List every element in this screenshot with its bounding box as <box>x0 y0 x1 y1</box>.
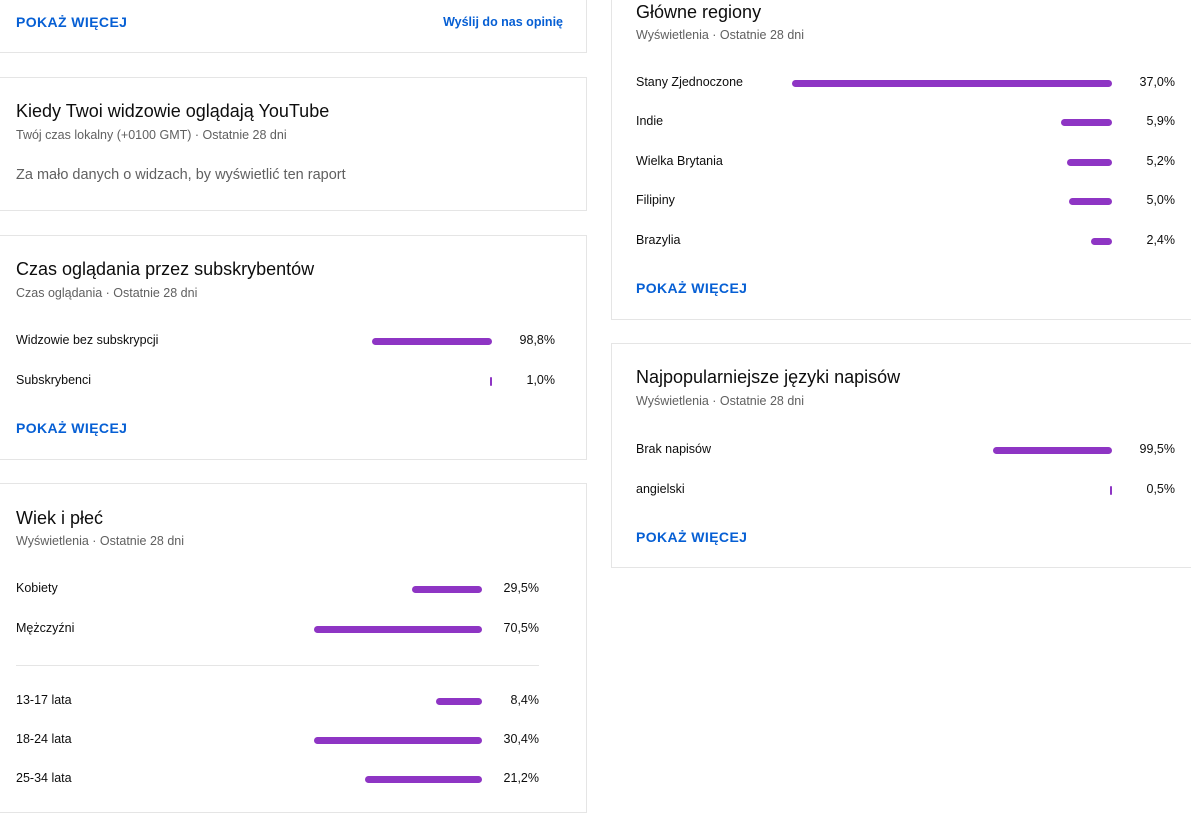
percentage-bar <box>372 337 492 345</box>
percentage-bar <box>1067 158 1112 166</box>
show-more-button[interactable]: POKAŻ WIĘCEJ <box>636 529 747 545</box>
list-item: Mężczyźni 70,5% <box>16 619 541 639</box>
list-item: Wielka Brytania 5,2% <box>636 152 1176 172</box>
row-label: Widzowie bez subskrypcji <box>16 333 159 347</box>
subscriber-watch-time-card: Czas oglądania przez subskrybentów Czas … <box>0 235 587 460</box>
no-data-message: Za mało danych o widzach, by wyświetlić … <box>16 167 346 183</box>
row-value: 98,8% <box>519 333 555 347</box>
list-item: angielski 0,5% <box>636 480 1176 500</box>
card-title: Wiek i płeć <box>16 508 104 528</box>
card-subtitle: Czas oglądania · Ostatnie 28 dni <box>16 286 198 300</box>
row-label: Wielka Brytania <box>636 154 723 168</box>
list-item: Stany Zjednoczone 37,0% <box>636 73 1176 93</box>
list-item: Brak napisów 99,5% <box>636 440 1176 460</box>
row-label: 18-24 lata <box>16 732 72 746</box>
percentage-bar <box>365 775 482 783</box>
divider <box>16 665 539 666</box>
percentage-bar <box>1091 237 1112 245</box>
when-viewers-watch-card: Kiedy Twoi widzowie oglądają YouTube Twó… <box>0 77 587 211</box>
list-item: Filipiny 5,0% <box>636 191 1176 211</box>
row-value: 99,5% <box>1139 442 1175 456</box>
list-item: Brazylia 2,4% <box>636 231 1176 251</box>
percentage-bar <box>1061 118 1112 126</box>
list-item: Subskrybenci 1,0% <box>16 371 556 391</box>
row-label: Subskrybenci <box>16 373 92 387</box>
show-more-button[interactable]: POKAŻ WIĘCEJ <box>16 14 127 30</box>
top-regions-card: Główne regiony Wyświetlenia · Ostatnie 2… <box>611 0 1191 320</box>
row-label: Stany Zjednoczone <box>636 75 744 89</box>
row-value: 0,5% <box>1146 482 1176 496</box>
list-item: 18-24 lata 30,4% <box>16 730 541 750</box>
row-label: 13-17 lata <box>16 693 72 707</box>
list-item: Kobiety 29,5% <box>16 579 541 599</box>
card-subtitle: Wyświetlenia · Ostatnie 28 dni <box>636 28 805 42</box>
row-label: Filipiny <box>636 193 675 207</box>
age-gender-card: Wiek i płeć Wyświetlenia · Ostatnie 28 d… <box>0 483 587 813</box>
row-label: Brak napisów <box>636 442 712 456</box>
percentage-bar <box>412 585 482 593</box>
percentage-bar <box>792 79 1112 87</box>
row-value: 29,5% <box>503 581 539 595</box>
row-label: Kobiety <box>16 581 58 595</box>
row-value: 5,2% <box>1146 154 1176 168</box>
percentage-bar <box>314 736 482 744</box>
top-card: POKAŻ WIĘCEJ Wyślij do nas opinię <box>0 0 587 53</box>
row-value: 21,2% <box>503 771 539 785</box>
card-subtitle: Twój czas lokalny (+0100 GMT) · Ostatnie… <box>16 128 287 142</box>
row-value: 5,0% <box>1146 193 1176 207</box>
percentage-bar <box>1069 197 1112 205</box>
row-value: 2,4% <box>1146 233 1176 247</box>
percentage-bar <box>490 376 492 386</box>
show-more-button[interactable]: POKAŻ WIĘCEJ <box>636 280 747 296</box>
percentage-bar <box>993 446 1112 454</box>
percentage-bar <box>1110 485 1112 495</box>
list-item: Widzowie bez subskrypcji 98,8% <box>16 331 556 351</box>
row-value: 37,0% <box>1139 75 1175 89</box>
show-more-button[interactable]: POKAŻ WIĘCEJ <box>16 420 127 436</box>
list-item: Indie 5,9% <box>636 112 1176 132</box>
percentage-bar <box>314 625 482 633</box>
card-subtitle: Wyświetlenia · Ostatnie 28 dni <box>636 394 805 408</box>
row-value: 30,4% <box>503 732 539 746</box>
card-title: Czas oglądania przez subskrybentów <box>16 259 315 279</box>
list-item: 13-17 lata 8,4% <box>16 691 541 711</box>
row-label: angielski <box>636 482 685 496</box>
send-feedback-link[interactable]: Wyślij do nas opinię <box>443 15 563 29</box>
row-label: Mężczyźni <box>16 621 75 635</box>
row-value: 5,9% <box>1146 114 1176 128</box>
card-title: Główne regiony <box>636 2 762 22</box>
list-item: 25-34 lata 21,2% <box>16 769 541 789</box>
row-value: 8,4% <box>510 693 540 707</box>
card-title: Najpopularniejsze języki napisów <box>636 367 901 387</box>
row-value: 1,0% <box>526 373 556 387</box>
subtitle-languages-card: Najpopularniejsze języki napisów Wyświet… <box>611 343 1191 568</box>
card-title: Kiedy Twoi widzowie oglądają YouTube <box>16 101 330 121</box>
row-label: Brazylia <box>636 233 681 247</box>
row-label: Indie <box>636 114 664 128</box>
row-label: 25-34 lata <box>16 771 72 785</box>
percentage-bar <box>436 697 482 705</box>
row-value: 70,5% <box>503 621 539 635</box>
card-subtitle: Wyświetlenia · Ostatnie 28 dni <box>16 534 185 548</box>
